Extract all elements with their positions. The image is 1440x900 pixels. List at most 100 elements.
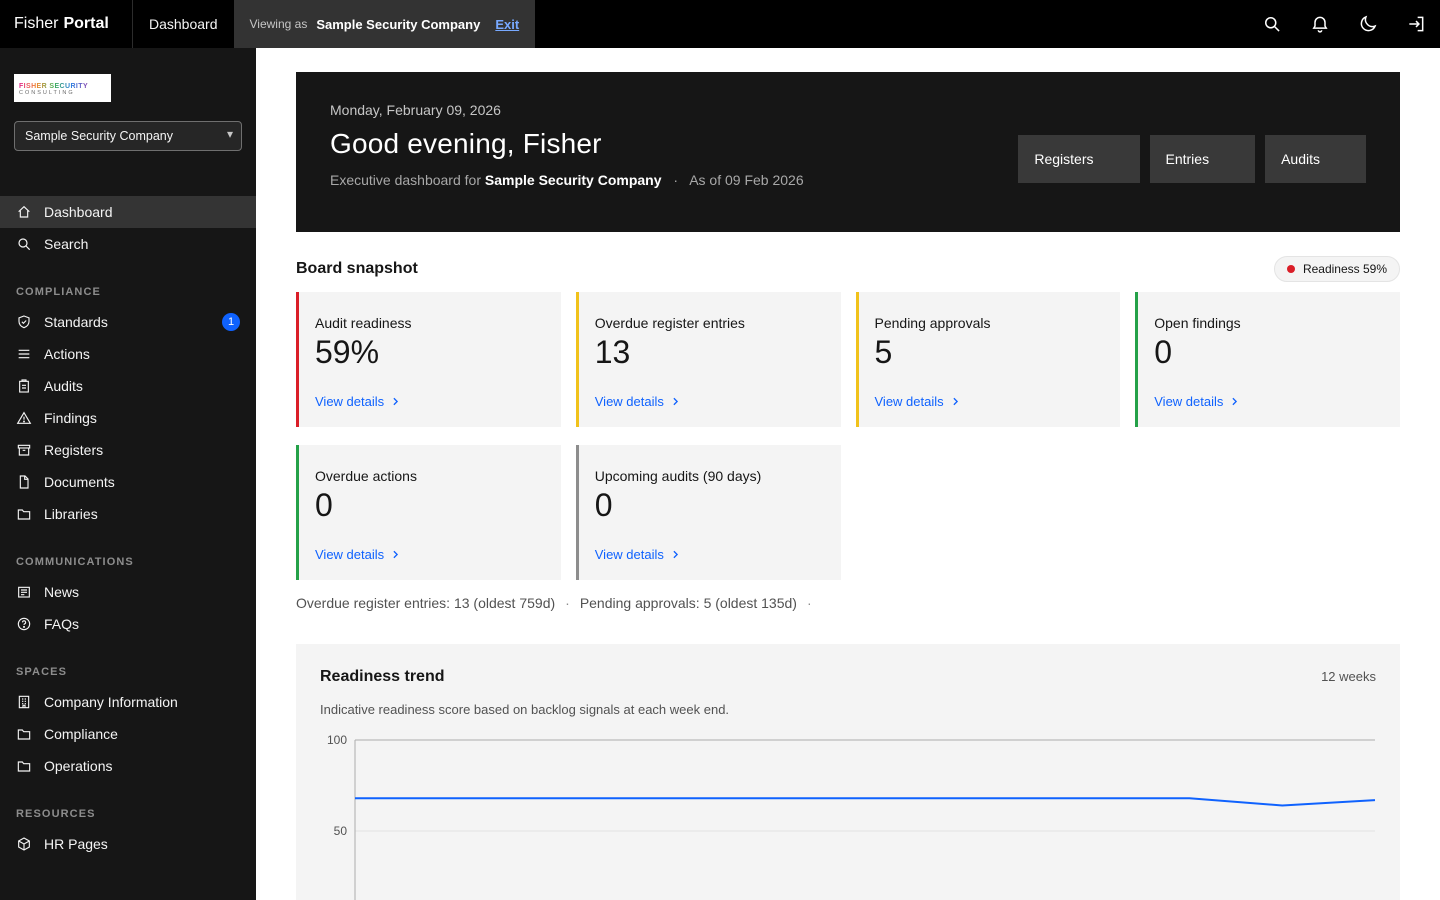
hero-subtitle-asof: As of 09 Feb 2026 <box>689 172 803 188</box>
sidebar-item-company-information[interactable]: Company Information <box>0 686 256 718</box>
metric-card-title: Overdue actions <box>315 468 545 484</box>
sidebar-item-compliance[interactable]: Compliance <box>0 718 256 750</box>
summary-separator: · <box>565 595 570 611</box>
readiness-trend-card: Readiness trend 12 weeks Indicative read… <box>296 644 1400 900</box>
hero-subtitle-company: Sample Security Company <box>485 172 662 188</box>
news-icon <box>16 584 32 600</box>
viewing-as-label: Viewing as <box>250 17 308 31</box>
dark-mode-icon <box>1358 14 1378 34</box>
metric-card-value: 13 <box>595 333 825 371</box>
sidebar-item-operations[interactable]: Operations <box>0 750 256 782</box>
sidebar-section-spaces: SPACESCompany InformationComplianceOpera… <box>0 666 256 782</box>
topbar-actions <box>1248 0 1440 48</box>
hero-button-audits[interactable]: Audits <box>1265 135 1366 183</box>
company-logo-subtext: CONSULTING <box>19 90 106 96</box>
folder-icon <box>16 758 32 774</box>
hero-subtitle-separator: · <box>673 172 678 188</box>
svg-text:100: 100 <box>327 733 347 747</box>
metric-card-value: 0 <box>1154 333 1384 371</box>
view-details-link-overdue-register-entries[interactable]: View details <box>595 394 825 409</box>
sidebar-section-title: COMPLIANCE <box>0 286 256 298</box>
trend-title: Readiness trend <box>320 668 444 686</box>
search-button[interactable] <box>1248 0 1296 48</box>
sidebar-nav: Dashboard Search COMPLIANCE Standards1 Actio… <box>0 196 256 860</box>
metric-card-overdue-actions: Overdue actions 0 View details <box>296 445 561 580</box>
brand-logo[interactable]: Fisher Portal <box>0 0 133 48</box>
main-content: Monday, February 09, 2026 Good evening, … <box>256 48 1440 900</box>
metric-card-value: 0 <box>315 486 545 524</box>
metric-card-title: Audit readiness <box>315 315 545 331</box>
sidebar-section-title: COMMUNICATIONS <box>0 556 256 568</box>
logout-icon <box>1406 14 1426 34</box>
sidebar-item-label: News <box>44 584 79 600</box>
backlog-summary-line: Overdue register entries: 13 (oldest 759… <box>296 595 1400 611</box>
readiness-status-badge: Readiness 59% <box>1274 256 1400 282</box>
metric-card-audit-readiness: Audit readiness 59% View details <box>296 292 561 427</box>
sidebar-item-documents[interactable]: Documents <box>0 466 256 498</box>
view-details-link-audit-readiness[interactable]: View details <box>315 394 545 409</box>
sidebar-item-audits[interactable]: Audits <box>0 370 256 402</box>
dark-mode-button[interactable] <box>1344 0 1392 48</box>
shield-icon <box>16 314 32 330</box>
warning-icon <box>16 410 32 426</box>
home-icon <box>16 204 32 220</box>
board-snapshot-header: Board snapshot Readiness 59% <box>296 256 1400 282</box>
logout-button[interactable] <box>1392 0 1440 48</box>
sidebar-item-label: Compliance <box>44 726 118 742</box>
notifications-button[interactable] <box>1296 0 1344 48</box>
sidebar: FISHER SECURITY CONSULTING Sample Securi… <box>0 48 256 900</box>
brand-suffix: Portal <box>63 15 108 33</box>
sidebar-item-search[interactable]: Search <box>0 228 256 260</box>
metric-card-value: 59% <box>315 333 545 371</box>
company-select[interactable]: Sample Security Company <box>14 121 242 151</box>
archive-icon <box>16 442 32 458</box>
readiness-pill-label: Readiness 59% <box>1303 262 1387 276</box>
metric-card-value: 5 <box>875 333 1105 371</box>
summary-trailing-separator: · <box>807 595 812 611</box>
sidebar-item-label: Operations <box>44 758 112 774</box>
hero-buttons: RegistersEntriesAudits <box>1018 135 1366 183</box>
hero-card: Monday, February 09, 2026 Good evening, … <box>296 72 1400 232</box>
hero-subtitle-prefix: Executive dashboard for <box>330 172 481 188</box>
sidebar-item-findings[interactable]: Findings <box>0 402 256 434</box>
sidebar-item-news[interactable]: News <box>0 576 256 608</box>
view-details-link-pending-approvals[interactable]: View details <box>875 394 1105 409</box>
sidebar-item-faqs[interactable]: FAQs <box>0 608 256 640</box>
search-icon <box>16 236 32 252</box>
document-icon <box>16 474 32 490</box>
sidebar-item-label: Findings <box>44 410 97 426</box>
topnav-dashboard[interactable]: Dashboard <box>133 0 234 48</box>
sidebar-item-dashboard[interactable]: Dashboard <box>0 196 256 228</box>
hero-date: Monday, February 09, 2026 <box>330 102 804 118</box>
building-icon <box>16 694 32 710</box>
sidebar-item-label: Dashboard <box>44 204 113 220</box>
metric-card-open-findings: Open findings 0 View details <box>1135 292 1400 427</box>
sidebar-item-hr-pages[interactable]: HR Pages <box>0 828 256 860</box>
summary-part2: Pending approvals: 5 (oldest 135d) <box>580 595 797 611</box>
metric-card-overdue-register-entries: Overdue register entries13View details <box>576 292 841 427</box>
company-logo: FISHER SECURITY CONSULTING <box>14 74 111 102</box>
sidebar-item-label: Documents <box>44 474 115 490</box>
board-snapshot-title: Board snapshot <box>296 260 418 278</box>
folder-icon <box>16 726 32 742</box>
sidebar-item-label: Libraries <box>44 506 98 522</box>
view-details-link-open-findings[interactable]: View details <box>1154 394 1384 409</box>
metric-card-title: Open findings <box>1154 315 1384 331</box>
exit-viewing-as-link[interactable]: Exit <box>495 17 519 32</box>
notification-badge: 1 <box>222 313 240 331</box>
hero-button-registers[interactable]: Registers <box>1018 135 1139 183</box>
sidebar-item-actions[interactable]: Actions <box>0 338 256 370</box>
view-details-link-upcoming-audits-90-days[interactable]: View details <box>595 547 825 562</box>
metric-card-upcoming-audits-90-days: Upcoming audits (90 days)0View details <box>576 445 841 580</box>
hero-button-entries[interactable]: Entries <box>1150 135 1256 183</box>
sidebar-item-standards[interactable]: Standards1 <box>0 306 256 338</box>
sidebar-item-label: Actions <box>44 346 90 362</box>
metric-card-value: 0 <box>595 486 825 524</box>
sidebar-item-libraries[interactable]: Libraries <box>0 498 256 530</box>
sidebar-section-title: RESOURCES <box>0 808 256 820</box>
sidebar-item-label: FAQs <box>44 616 79 632</box>
sidebar-item-registers[interactable]: Registers <box>0 434 256 466</box>
view-details-link-overdue-actions[interactable]: View details <box>315 547 545 562</box>
sidebar-section-communications: COMMUNICATIONS News FAQs <box>0 556 256 640</box>
readiness-trend-chart: 10050 <box>320 733 1376 900</box>
